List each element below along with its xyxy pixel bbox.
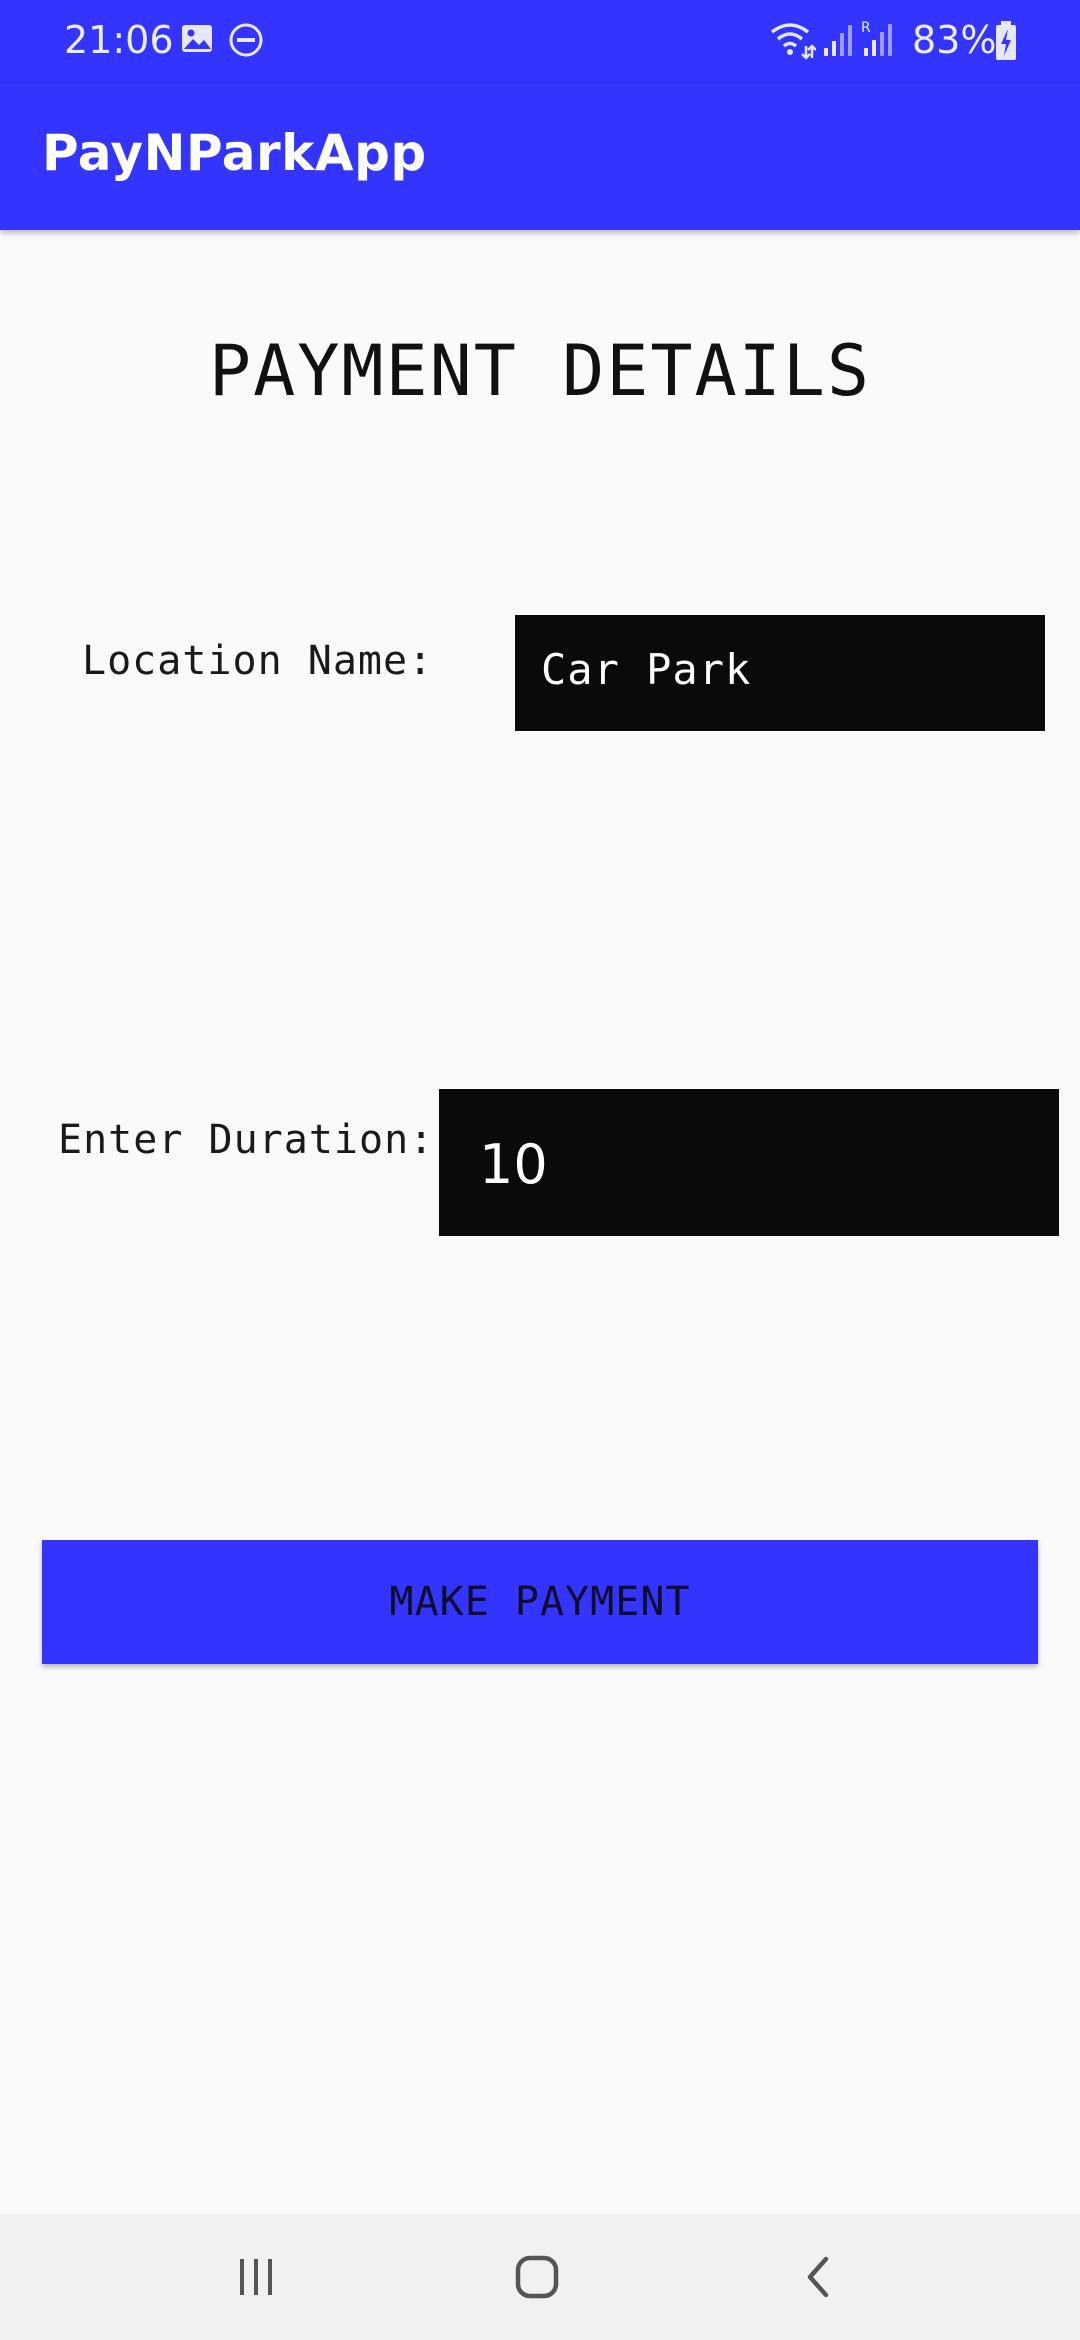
page-title: PAYMENT DETAILS <box>208 330 872 412</box>
svg-text:R: R <box>861 20 871 36</box>
duration-value: 10 <box>479 1133 548 1196</box>
recent-apps-icon <box>240 2259 272 2295</box>
navigation-bar <box>0 2214 1080 2340</box>
make-payment-label: MAKE PAYMENT <box>389 1579 691 1625</box>
roaming-signal-icon: R <box>861 20 892 56</box>
recent-apps-button[interactable] <box>196 2232 316 2322</box>
status-bar: 21:06 R 83% <box>0 0 1080 84</box>
location-name-label: Location Name: <box>82 638 434 684</box>
app-title: PayNParkApp <box>42 124 427 182</box>
back-icon <box>807 2256 829 2298</box>
duration-input[interactable]: 10 <box>439 1089 1059 1236</box>
image-icon <box>182 25 212 52</box>
back-button[interactable] <box>758 2232 878 2322</box>
make-payment-button[interactable]: MAKE PAYMENT <box>42 1540 1038 1664</box>
app-bar: PayNParkApp <box>0 84 1080 230</box>
battery-charging-icon <box>996 21 1016 60</box>
do-not-disturb-icon <box>229 23 263 57</box>
wifi-icon <box>770 23 816 60</box>
location-name-field[interactable]: Car Park <box>515 615 1045 731</box>
duration-label: Enter Duration: <box>58 1117 435 1163</box>
status-time: 21:06 <box>64 18 174 62</box>
location-name-value: Car Park <box>541 645 752 694</box>
screen: 21:06 R 83% PayNParkApp PAYMENT DETAILS … <box>0 0 1080 2340</box>
home-button[interactable] <box>477 2232 597 2322</box>
signal-icon <box>824 25 852 56</box>
home-icon <box>515 2255 559 2299</box>
battery-percentage: 83% <box>912 18 997 62</box>
